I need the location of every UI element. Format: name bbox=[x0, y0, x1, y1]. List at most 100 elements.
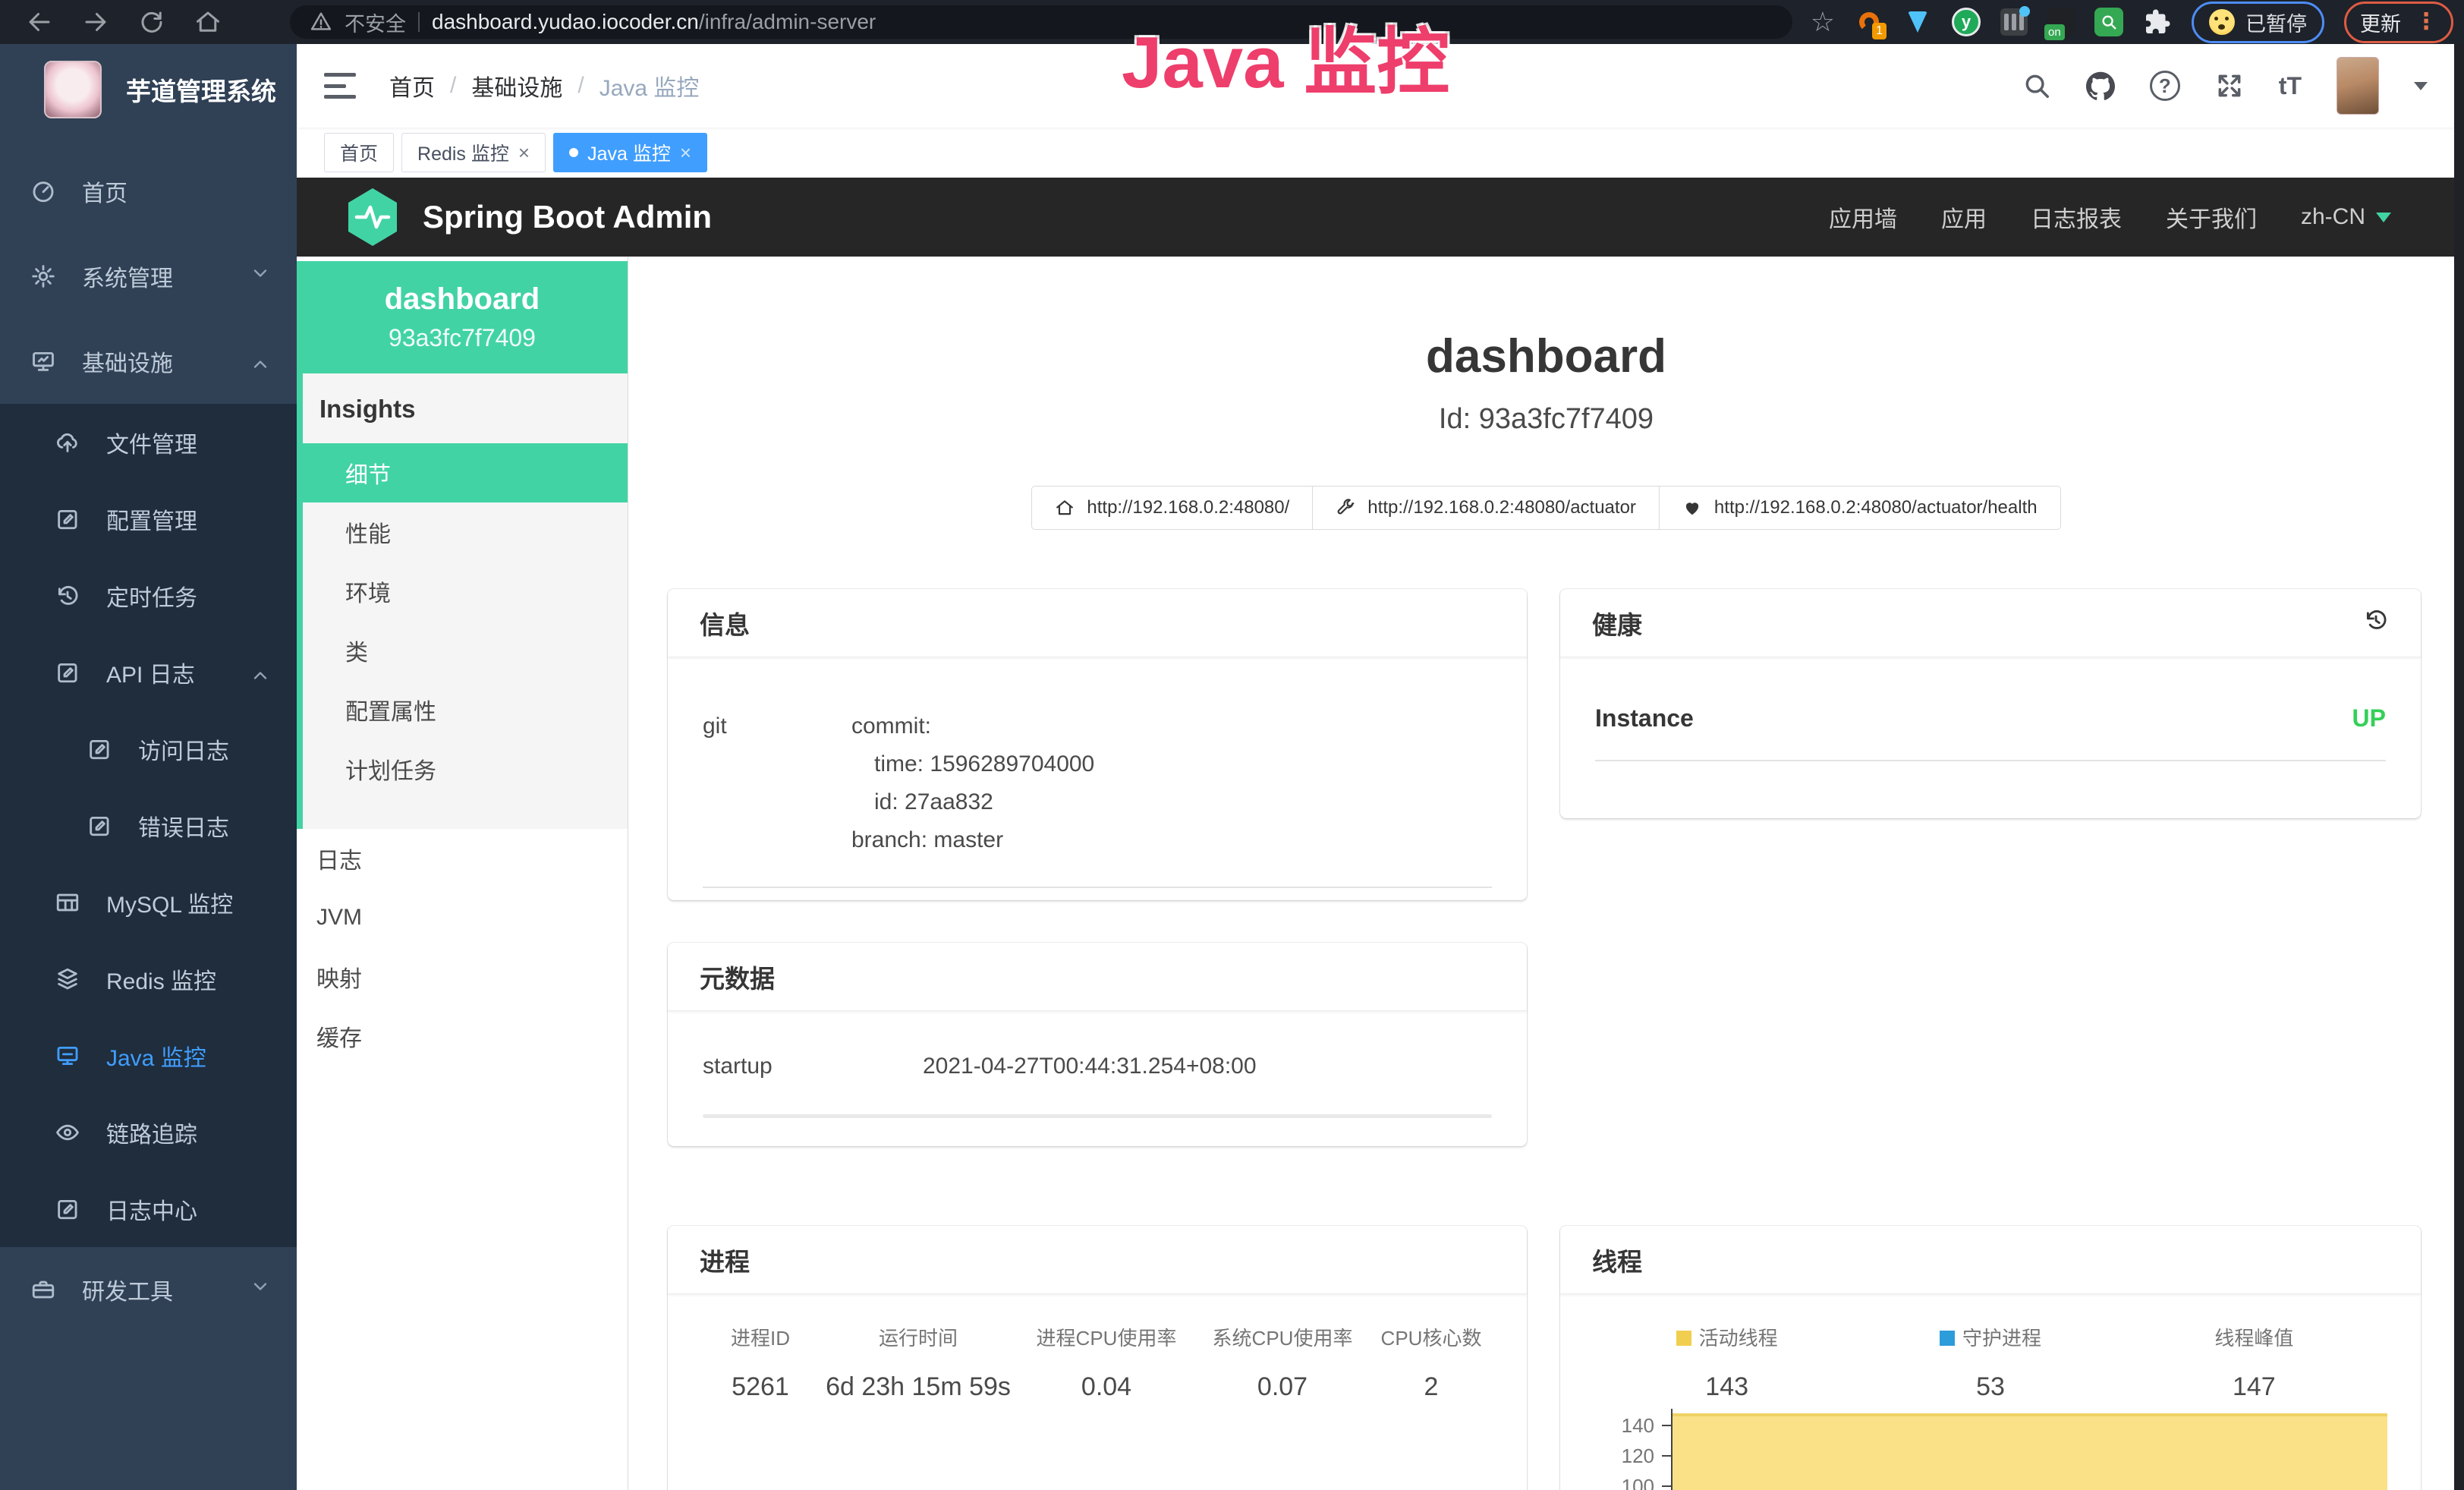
sba-item-scheduled-tasks[interactable]: 计划任务 bbox=[303, 739, 628, 799]
app-logo-row[interactable]: 芋道管理系统 bbox=[0, 44, 297, 135]
actuator-url-button[interactable]: http://192.168.0.2:48080/actuator bbox=[1313, 486, 1660, 530]
spring-boot-admin-logo-icon[interactable] bbox=[345, 187, 400, 247]
avatar-caret-icon[interactable] bbox=[2414, 82, 2428, 90]
browser-update-button[interactable]: 更新⋮ bbox=[2344, 2, 2453, 43]
sidebar-item-scheduled-jobs[interactable]: 定时任务 bbox=[0, 557, 297, 634]
sidebar-item-error-log[interactable]: 错误日志 bbox=[0, 787, 297, 864]
live-threads-area bbox=[1673, 1413, 2387, 1490]
breadcrumb-infra[interactable]: 基础设施 bbox=[471, 69, 562, 102]
sidebar-item-home[interactable]: 首页 bbox=[0, 149, 297, 234]
github-icon[interactable] bbox=[2086, 71, 2115, 100]
browser-reload-icon[interactable] bbox=[138, 8, 165, 36]
health-status-badge: UP bbox=[2352, 704, 2386, 732]
log-icon bbox=[50, 1196, 85, 1222]
daemon-threads-legend-swatch bbox=[1940, 1331, 1955, 1346]
sba-item-mappings[interactable]: 映射 bbox=[297, 947, 628, 1006]
sidebar-item-mysql-monitor[interactable]: MySQL 监控 bbox=[0, 864, 297, 940]
sba-item-details[interactable]: 细节 bbox=[297, 443, 628, 502]
profile-paused-badge[interactable]: 已暂停 bbox=[2192, 2, 2324, 43]
sba-item-environment[interactable]: 环境 bbox=[303, 562, 628, 621]
metadata-card-title: 元数据 bbox=[668, 943, 1527, 1011]
sidebar-item-redis-monitor[interactable]: Redis 监控 bbox=[0, 940, 297, 1017]
sba-item-config-props[interactable]: 配置属性 bbox=[303, 680, 628, 739]
admin-sidebar: 芋道管理系统 首页 系统管理 基础设施 文件管理 配置管理 bbox=[0, 44, 297, 1490]
user-avatar[interactable] bbox=[2337, 57, 2379, 115]
not-secure-icon[interactable] bbox=[310, 11, 332, 33]
active-tab-dot bbox=[569, 148, 578, 157]
help-icon[interactable]: ? bbox=[2150, 71, 2180, 101]
y-tick: 100 bbox=[1595, 1475, 1654, 1490]
extension-y-icon[interactable]: y bbox=[1952, 8, 1981, 36]
address-bar[interactable]: 不安全 dashboard.yudao.iocoder.cn/infra/adm… bbox=[290, 5, 1792, 39]
profile-avatar-emoji bbox=[2209, 9, 2235, 35]
sidebar-item-system[interactable]: 系统管理 bbox=[0, 234, 297, 319]
health-history-icon[interactable] bbox=[2363, 607, 2389, 639]
monitor-icon bbox=[26, 348, 61, 374]
tab-java-monitor[interactable]: Java 监控 × bbox=[553, 133, 707, 172]
sba-item-jvm[interactable]: JVM bbox=[297, 888, 628, 947]
security-label: 不安全 bbox=[345, 8, 406, 37]
breadcrumb-home[interactable]: 首页 bbox=[389, 69, 435, 102]
search-icon[interactable] bbox=[2022, 71, 2051, 100]
extension-orange-icon[interactable]: 1 bbox=[1855, 8, 1883, 36]
sba-insights-group: Insights 细节 性能 环境 类 配置属性 计划任务 bbox=[297, 373, 628, 829]
wrench-icon bbox=[1336, 498, 1355, 518]
breadcrumb: 首页 / 基础设施 / Java 监控 bbox=[389, 69, 699, 102]
sba-navbar: Spring Boot Admin 应用墙 应用 日志报表 关于我们 zh-CN bbox=[297, 178, 2464, 257]
sidebar-item-api-log[interactable]: API 日志 bbox=[0, 634, 297, 710]
sba-app-header[interactable]: dashboard 93a3fc7f7409 bbox=[297, 261, 628, 373]
sidebar-item-config-mgmt[interactable]: 配置管理 bbox=[0, 480, 297, 557]
browser-menu-icon[interactable]: ⋮ bbox=[2415, 11, 2437, 33]
log-icon bbox=[82, 736, 117, 762]
infra-submenu: 文件管理 配置管理 定时任务 API 日志 访问日志 错误日志 bbox=[0, 404, 297, 1247]
sba-item-classes[interactable]: 类 bbox=[303, 621, 628, 680]
sba-item-metrics[interactable]: 性能 bbox=[303, 502, 628, 562]
browser-home-icon[interactable] bbox=[194, 8, 222, 36]
sba-nav-about[interactable]: 关于我们 bbox=[2166, 200, 2257, 234]
breadcrumb-separator: / bbox=[450, 73, 456, 99]
browser-forward-icon[interactable] bbox=[82, 8, 109, 36]
sba-nav-wallboard[interactable]: 应用墙 bbox=[1829, 200, 1897, 234]
info-value: commit: time: 1596289704000 id: 27aa832 … bbox=[851, 707, 1094, 859]
health-url-button[interactable]: http://192.168.0.2:48080/actuator/health bbox=[1660, 486, 2061, 530]
sba-locale-select[interactable]: zh-CN bbox=[2301, 204, 2391, 230]
browser-back-icon[interactable] bbox=[26, 8, 53, 36]
sidebar-item-access-log[interactable]: 访问日志 bbox=[0, 710, 297, 787]
extensions-puzzle-icon[interactable] bbox=[2143, 8, 2172, 36]
tab-home[interactable]: 首页 bbox=[324, 133, 394, 172]
tab-close-icon[interactable]: × bbox=[680, 143, 691, 162]
layers-icon bbox=[50, 966, 85, 992]
hamburger-icon[interactable] bbox=[324, 73, 356, 99]
sidebar-item-infra[interactable]: 基础设施 bbox=[0, 319, 297, 404]
instance-url-button[interactable]: http://192.168.0.2:48080/ bbox=[1031, 486, 1313, 530]
extension-search-icon[interactable] bbox=[2094, 8, 2123, 36]
app-logo-image bbox=[44, 61, 102, 118]
sidebar-item-tracing[interactable]: 链路追踪 bbox=[0, 1094, 297, 1170]
sidebar-item-log-center[interactable]: 日志中心 bbox=[0, 1170, 297, 1247]
sba-item-logging[interactable]: 日志 bbox=[297, 829, 628, 888]
sidebar-item-java-monitor[interactable]: Java 监控 bbox=[0, 1017, 297, 1094]
sidebar-item-dev-tools[interactable]: 研发工具 bbox=[0, 1247, 297, 1332]
tab-close-icon[interactable]: × bbox=[518, 143, 530, 162]
tab-redis-monitor[interactable]: Redis 监控 × bbox=[401, 133, 546, 172]
sba-item-caches[interactable]: 缓存 bbox=[297, 1006, 628, 1066]
sba-nav-journal[interactable]: 日志报表 bbox=[2031, 200, 2122, 234]
bookmark-star-icon[interactable]: ☆ bbox=[1811, 6, 1835, 38]
extension-grid-icon[interactable] bbox=[2000, 8, 2028, 36]
fullscreen-icon[interactable] bbox=[2215, 71, 2244, 100]
stat-process-cpu: 进程CPU使用率 0.04 bbox=[1018, 1323, 1194, 1402]
extension-on-icon[interactable]: on bbox=[2047, 8, 2075, 36]
gear-icon bbox=[26, 263, 61, 289]
live-threads-legend-swatch bbox=[1676, 1331, 1691, 1346]
extension-pin-icon[interactable] bbox=[1903, 8, 1932, 36]
sba-app-name: dashboard bbox=[385, 282, 540, 317]
breadcrumb-current: Java 监控 bbox=[599, 69, 700, 102]
sba-brand[interactable]: Spring Boot Admin bbox=[423, 199, 712, 235]
sba-main: dashboard Id: 93a3fc7f7409 http://192.16… bbox=[628, 257, 2464, 1490]
sidebar-item-file-mgmt[interactable]: 文件管理 bbox=[0, 404, 297, 480]
metadata-card: 元数据 startup 2021-04-27T00:44:31.254+08:0… bbox=[668, 943, 1527, 1146]
sba-nav-applications[interactable]: 应用 bbox=[1941, 200, 1987, 234]
metadata-value: 2021-04-27T00:44:31.254+08:00 bbox=[923, 1054, 1257, 1079]
stat-live-threads: 活动线程 143 bbox=[1595, 1323, 1858, 1402]
font-size-icon[interactable]: tT bbox=[2279, 72, 2302, 100]
